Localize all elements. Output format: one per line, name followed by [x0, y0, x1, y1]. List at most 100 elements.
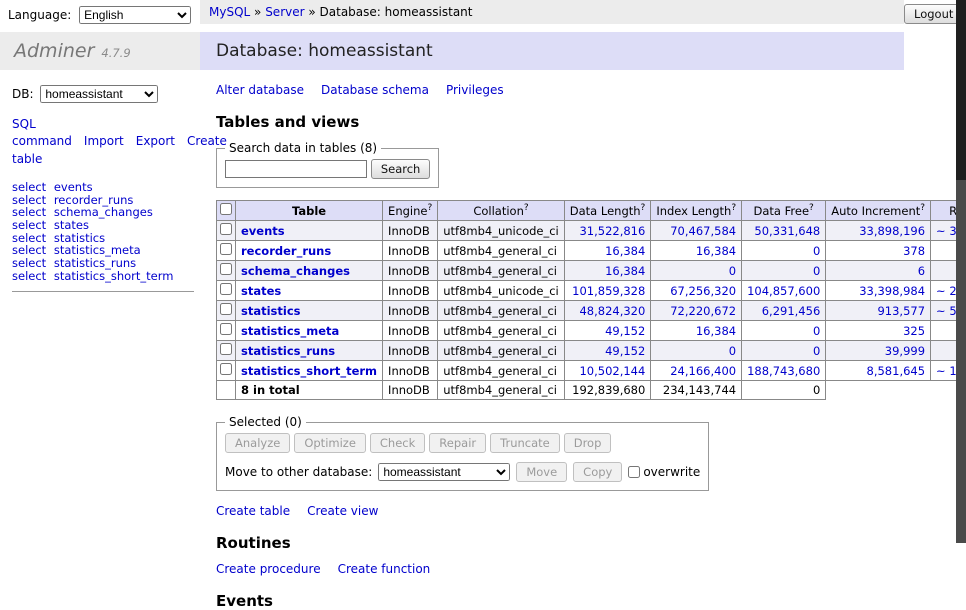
data-free-link[interactable]: 0	[813, 344, 820, 358]
help-link[interactable]: ?	[920, 203, 925, 213]
sidebar-action-link[interactable]: Import	[84, 134, 124, 148]
table-name-link[interactable]: statistics_runs	[241, 344, 335, 358]
column-header-data-free: Data Free?	[742, 201, 826, 221]
data-length-link[interactable]: 49,152	[605, 344, 645, 358]
search-button[interactable]: Search	[371, 159, 431, 179]
data-free-link[interactable]: 0	[813, 264, 820, 278]
data-length-link[interactable]: 31,522,816	[579, 224, 645, 238]
optimize-button[interactable]: Optimize	[294, 433, 366, 453]
db-action-link[interactable]: Alter database	[216, 83, 304, 97]
scrollbar[interactable]	[956, 0, 966, 543]
data-length-link[interactable]: 16,384	[605, 264, 645, 278]
auto-increment-link[interactable]: 913,577	[877, 304, 925, 318]
table-name-link[interactable]: statistics_short_term	[241, 364, 377, 378]
select-link[interactable]: select	[12, 269, 46, 283]
data-free-link[interactable]: 104,857,600	[747, 284, 820, 298]
breadcrumb-link[interactable]: MySQL	[209, 5, 250, 19]
repair-button[interactable]: Repair	[429, 433, 486, 453]
select-all-checkbox[interactable]	[220, 203, 232, 215]
column-header-engine: Engine?	[383, 201, 438, 221]
data-free-link[interactable]: 0	[813, 244, 820, 258]
row-checkbox[interactable]	[220, 263, 232, 275]
auto-increment-link[interactable]: 325	[903, 324, 925, 338]
index-length-link[interactable]: 72,220,672	[670, 304, 736, 318]
help-link[interactable]: ?	[809, 203, 814, 213]
db-action-link[interactable]: Privileges	[446, 83, 504, 97]
data-free-link[interactable]: 6,291,456	[762, 304, 821, 318]
data-length-link[interactable]: 10,502,144	[579, 364, 645, 378]
index-length-link[interactable]: 67,256,320	[670, 284, 736, 298]
data-length-cell: 101,859,328	[564, 281, 651, 301]
row-checkbox[interactable]	[220, 283, 232, 295]
row-checkbox[interactable]	[220, 323, 232, 335]
table-row: statistics_short_termInnoDButf8mb4_gener…	[217, 361, 966, 381]
language-select[interactable]: English	[79, 6, 191, 24]
overwrite-checkbox[interactable]	[628, 466, 640, 478]
auto-increment-link[interactable]: 6	[918, 264, 925, 278]
data-free-link[interactable]: 50,331,648	[754, 224, 820, 238]
db-select[interactable]: homeassistant	[40, 85, 158, 103]
select-link[interactable]: select	[12, 218, 46, 232]
move-button[interactable]: Move	[516, 462, 567, 482]
routine-link[interactable]: Create procedure	[216, 562, 321, 576]
scrollbar-thumb[interactable]	[956, 0, 966, 180]
breadcrumb-link[interactable]: Server	[265, 5, 304, 19]
data-length-link[interactable]: 48,824,320	[579, 304, 645, 318]
index-length-link[interactable]: 16,384	[696, 244, 736, 258]
help-link[interactable]: ?	[427, 203, 432, 213]
select-link[interactable]: select	[12, 256, 46, 270]
row-checkbox[interactable]	[220, 223, 232, 235]
table-name-link[interactable]: recorder_runs	[241, 244, 331, 258]
data-free-link[interactable]: 0	[813, 324, 820, 338]
auto-increment-link[interactable]: 378	[903, 244, 925, 258]
copy-button[interactable]: Copy	[573, 462, 622, 482]
data-length-cell: 16,384	[564, 241, 651, 261]
row-checkbox[interactable]	[220, 343, 232, 355]
data-free-link[interactable]: 188,743,680	[747, 364, 820, 378]
data-length-link[interactable]: 101,859,328	[572, 284, 645, 298]
auto-increment-cell: 33,398,984	[826, 281, 931, 301]
move-db-select[interactable]: homeassistant	[378, 463, 510, 481]
sidebar-action-link[interactable]: Export	[136, 134, 175, 148]
row-checkbox[interactable]	[220, 303, 232, 315]
index-length-link[interactable]: 0	[729, 344, 736, 358]
language-row: Language: English	[0, 0, 200, 26]
analyze-button[interactable]: Analyze	[225, 433, 290, 453]
logout-button[interactable]: Logout	[904, 4, 963, 24]
search-input[interactable]	[225, 160, 367, 178]
table-name-link[interactable]: events	[241, 224, 285, 238]
auto-increment-link[interactable]: 39,999	[885, 344, 925, 358]
sidebar-table-name-link[interactable]: states	[54, 218, 89, 232]
create-link[interactable]: Create view	[307, 504, 378, 518]
table-name-link[interactable]: schema_changes	[241, 264, 350, 278]
create-link[interactable]: Create table	[216, 504, 290, 518]
table-name-link[interactable]: statistics_meta	[241, 324, 339, 338]
index-length-link[interactable]: 16,384	[696, 324, 736, 338]
routine-link[interactable]: Create function	[338, 562, 431, 576]
data-length-link[interactable]: 16,384	[605, 244, 645, 258]
index-length-link[interactable]: 70,467,584	[670, 224, 736, 238]
auto-increment-link[interactable]: 33,898,196	[859, 224, 925, 238]
help-link[interactable]: ?	[731, 203, 736, 213]
db-action-link[interactable]: Database schema	[321, 83, 429, 97]
drop-button[interactable]: Drop	[564, 433, 612, 453]
auto-increment-link[interactable]: 33,398,984	[859, 284, 925, 298]
truncate-button[interactable]: Truncate	[490, 433, 560, 453]
check-button[interactable]: Check	[370, 433, 425, 453]
auto-increment-link[interactable]: 8,581,645	[867, 364, 926, 378]
sidebar-table-name-link[interactable]: statistics_short_term	[54, 269, 174, 283]
table-name-link[interactable]: states	[241, 284, 281, 298]
index-length-link[interactable]: 0	[729, 264, 736, 278]
table-name-link[interactable]: statistics	[241, 304, 301, 318]
breadcrumb-separator: »	[305, 5, 320, 19]
engine-cell: InnoDB	[383, 361, 438, 381]
row-checkbox[interactable]	[220, 363, 232, 375]
sidebar-table-name-link[interactable]: statistics_runs	[54, 256, 136, 270]
index-length-link[interactable]: 24,166,400	[670, 364, 736, 378]
data-length-link[interactable]: 49,152	[605, 324, 645, 338]
table-name-cell: states	[236, 281, 383, 301]
help-link[interactable]: ?	[524, 203, 529, 213]
help-link[interactable]: ?	[641, 203, 646, 213]
sidebar-action-link[interactable]: SQL command	[12, 117, 72, 148]
row-checkbox[interactable]	[220, 243, 232, 255]
